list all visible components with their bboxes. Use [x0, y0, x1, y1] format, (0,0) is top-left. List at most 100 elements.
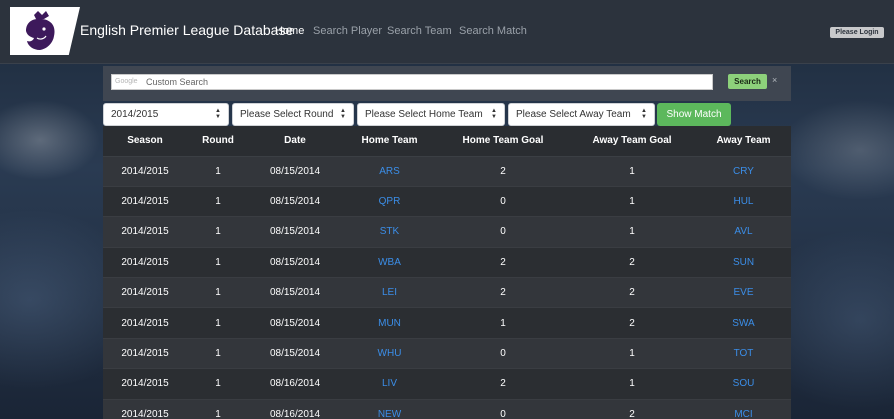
away-goal-cell: 1: [629, 378, 635, 390]
table-cell: 08/15/2014: [249, 185, 341, 217]
round-cell: 1: [215, 196, 221, 208]
season-cell: 2014/2015: [121, 226, 169, 238]
table-cell: 0: [438, 337, 568, 369]
season-select-value: 2014/2015: [111, 109, 159, 120]
home-team-link[interactable]: LEI: [382, 287, 397, 298]
premier-league-logo[interactable]: [10, 7, 80, 55]
round-select-value: Please Select Round: [240, 109, 334, 120]
column-header-season: Season: [103, 126, 187, 157]
away-goal-cell: 1: [629, 226, 635, 238]
away-team-select[interactable]: Please Select Away Team ▲ ▼: [508, 103, 655, 126]
column-header-home-team-goal: Home Team Goal: [438, 126, 568, 157]
round-cell: 1: [215, 317, 221, 329]
table-row: 2014/2015 1 08/16/2014 NEW 0 2 MCI: [103, 398, 791, 419]
home-team-select[interactable]: Please Select Home Team ▲ ▼: [357, 103, 505, 126]
table-cell: 2014/2015: [103, 398, 187, 419]
home-team-link[interactable]: WBA: [378, 257, 401, 268]
table-cell: 1: [187, 277, 249, 308]
away-team-link[interactable]: AVL: [734, 226, 752, 237]
search-button[interactable]: Search: [728, 74, 767, 89]
table-cell: MUN: [341, 307, 438, 339]
table-row: 2014/2015 1 08/15/2014 WBA 2 2 SUN: [103, 246, 791, 278]
close-icon[interactable]: ×: [772, 75, 777, 85]
round-cell: 1: [215, 287, 221, 299]
table-cell: 0: [438, 185, 568, 217]
date-cell: 08/16/2014: [269, 409, 321, 419]
home-goal-cell: 2: [500, 165, 506, 177]
home-goal-cell: 0: [500, 348, 506, 360]
table-row: 2014/2015 1 08/16/2014 LIV 2 1 SOU: [103, 368, 791, 400]
table-row: 2014/2015 1 08/15/2014 MUN 1 2 SWA: [103, 307, 791, 339]
away-team-select-value: Please Select Away Team: [516, 109, 631, 120]
table-cell: 2: [568, 307, 696, 339]
away-goal-cell: 2: [629, 409, 635, 419]
table-cell: 1: [568, 337, 696, 369]
table-cell: 1: [187, 337, 249, 369]
round-select[interactable]: Please Select Round ▲ ▼: [232, 103, 354, 126]
round-cell: 1: [215, 256, 221, 268]
table-cell: 2: [568, 398, 696, 419]
table-cell: HUL: [696, 185, 791, 217]
table-cell: NEW: [341, 398, 438, 419]
nav-search-team[interactable]: Search Team: [387, 25, 452, 37]
table-cell: LEI: [341, 277, 438, 308]
home-team-link[interactable]: STK: [380, 226, 399, 237]
table-cell: SWA: [696, 307, 791, 339]
table-cell: 1: [568, 185, 696, 217]
table-cell: 1: [187, 185, 249, 217]
away-team-link[interactable]: SOU: [733, 378, 755, 389]
show-match-button[interactable]: Show Match: [657, 103, 731, 126]
table-row: 2014/2015 1 08/15/2014 LEI 2 2 EVE: [103, 277, 791, 308]
table-cell: 2014/2015: [103, 155, 187, 187]
season-select[interactable]: 2014/2015 ▲ ▼: [103, 103, 229, 126]
date-cell: 08/15/2014: [269, 256, 321, 268]
home-team-link[interactable]: MUN: [378, 318, 401, 329]
column-header-away-team-goal: Away Team Goal: [568, 126, 696, 157]
season-cell: 2014/2015: [121, 256, 169, 268]
search-box[interactable]: Google: [111, 74, 713, 90]
home-goal-cell: 0: [500, 226, 506, 238]
home-team-link[interactable]: WHU: [378, 348, 402, 359]
home-goal-cell: 2: [500, 287, 506, 299]
column-header-round: Round: [187, 126, 249, 157]
table-row: 2014/2015 1 08/15/2014 STK 0 1 AVL: [103, 216, 791, 248]
brand-title[interactable]: English Premier League Database: [80, 22, 293, 38]
table-cell: 2014/2015: [103, 368, 187, 400]
table-cell: 08/16/2014: [249, 368, 341, 400]
table-cell: 0: [438, 398, 568, 419]
login-button[interactable]: Please Login: [830, 27, 884, 38]
table-cell: 1: [187, 155, 249, 187]
round-cell: 1: [215, 165, 221, 177]
search-input[interactable]: [146, 75, 706, 89]
home-goal-cell: 2: [500, 378, 506, 390]
table-row: 2014/2015 1 08/15/2014 ARS 2 1 CRY: [103, 155, 791, 187]
table-cell: 1: [187, 368, 249, 400]
round-cell: 1: [215, 348, 221, 360]
home-goal-cell: 1: [500, 317, 506, 329]
table-cell: MCI: [696, 398, 791, 419]
away-goal-cell: 1: [629, 348, 635, 360]
home-team-link[interactable]: ARS: [379, 166, 400, 177]
date-cell: 08/15/2014: [269, 317, 321, 329]
away-team-link[interactable]: CRY: [733, 166, 754, 177]
table-cell: 2: [438, 246, 568, 278]
away-goal-cell: 2: [629, 317, 635, 329]
table-cell: 1: [187, 216, 249, 248]
table-cell: 1: [187, 246, 249, 278]
home-team-link[interactable]: QPR: [379, 196, 401, 207]
away-team-link[interactable]: EVE: [733, 287, 753, 298]
nav-home[interactable]: Home: [275, 25, 304, 37]
away-team-link[interactable]: SWA: [732, 318, 754, 329]
nav-search-player[interactable]: Search Player: [313, 25, 382, 37]
home-team-link[interactable]: NEW: [378, 409, 401, 419]
table-row: 2014/2015 1 08/15/2014 WHU 0 1 TOT: [103, 337, 791, 369]
navbar: English Premier League Database Home Sea…: [0, 0, 894, 64]
away-team-link[interactable]: TOT: [734, 348, 754, 359]
away-team-link[interactable]: MCI: [734, 409, 752, 419]
away-team-link[interactable]: HUL: [733, 196, 753, 207]
away-team-link[interactable]: SUN: [733, 257, 754, 268]
updown-caret-icon: ▲ ▼: [641, 108, 647, 120]
table-cell: TOT: [696, 337, 791, 369]
home-team-link[interactable]: LIV: [382, 378, 397, 389]
nav-search-match[interactable]: Search Match: [459, 25, 527, 37]
